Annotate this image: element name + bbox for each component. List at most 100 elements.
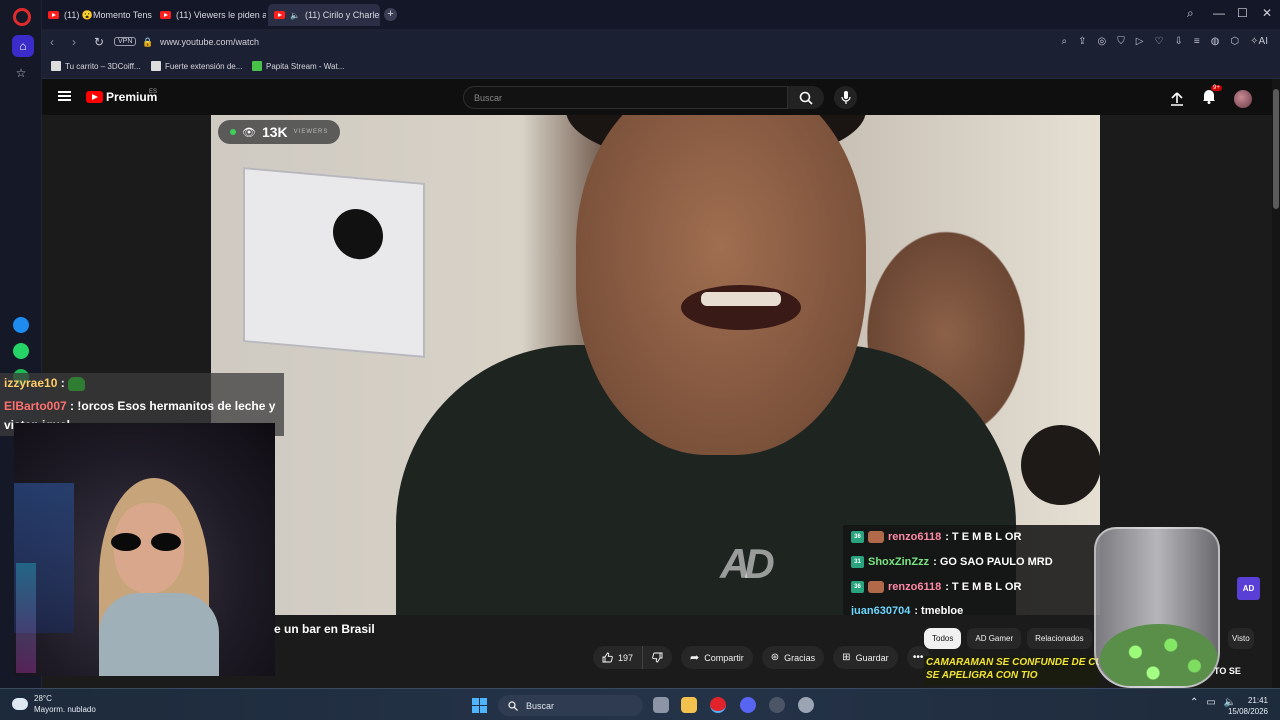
forward-button[interactable]: › xyxy=(72,35,76,49)
search-input[interactable]: Buscar xyxy=(463,86,788,109)
share-button[interactable]: ➦ Compartir xyxy=(681,646,753,669)
lock-icon[interactable]: 🔒 xyxy=(142,37,153,48)
dislike-button[interactable] xyxy=(643,646,673,669)
chat-text: !orcos Esos hermanitos de leche y xyxy=(77,399,276,413)
chat-text: : GO SAO PAULO MRD xyxy=(933,556,1053,568)
chip-visto[interactable]: Visto xyxy=(1228,628,1254,649)
weather-temperature: 28°C xyxy=(34,694,52,703)
settings-gear-icon[interactable] xyxy=(798,697,814,713)
bookmarks-bar: Tu carrito – 3DCoiff... Fuerte extensión… xyxy=(42,56,1280,79)
share-icon[interactable]: ⇪ xyxy=(1078,36,1086,47)
tab-search-icon[interactable]: ⌕ xyxy=(1187,6,1194,21)
snapshot-icon[interactable]: ◎ xyxy=(1098,36,1107,47)
heart-icon[interactable]: ♡ xyxy=(1154,36,1163,47)
player-icon[interactable]: ▷ xyxy=(1136,36,1144,47)
weather-widget[interactable]: 28°C Mayorm. nublado xyxy=(12,693,96,715)
youtube-favicon-icon xyxy=(274,11,285,19)
obs-icon[interactable] xyxy=(769,697,785,713)
maximize-button[interactable]: ☐ xyxy=(1237,6,1248,20)
adblock-shield-icon[interactable]: ⛉ xyxy=(1117,36,1125,47)
chat-text: : T E M B L OR xyxy=(945,531,1022,543)
related-video-banner[interactable]: CAMARAMAN SE CONFUNDE DE CU SE APELIGRA … xyxy=(924,656,1099,686)
save-label: Guardar xyxy=(855,652,889,663)
bookmark-favicon-icon xyxy=(151,61,161,71)
cloud-icon xyxy=(12,698,28,710)
back-button[interactable]: ‹ xyxy=(50,35,54,49)
upload-icon[interactable] xyxy=(1170,92,1184,106)
menu-lines-icon[interactable]: ≡ xyxy=(1194,36,1200,47)
messenger-icon[interactable] xyxy=(13,317,29,333)
whatsapp-icon[interactable] xyxy=(13,343,29,359)
profile-icon[interactable]: ◍ xyxy=(1211,36,1220,47)
like-button[interactable]: 197 xyxy=(593,646,644,669)
bookmark-label: Tu carrito – 3DCoiff... xyxy=(65,61,141,71)
notifications-button[interactable]: 9+ xyxy=(1202,85,1222,109)
speaker-icon[interactable]: 🔈 xyxy=(290,11,300,20)
search-icon xyxy=(799,91,813,105)
reload-button[interactable]: ↻ xyxy=(94,35,104,49)
tab-viewers[interactable]: (11) Viewers le piden a Kil xyxy=(154,4,266,26)
extensions-icon[interactable]: ⬡ xyxy=(1230,36,1239,47)
chip-ad-gamer[interactable]: AD Gamer xyxy=(967,628,1022,649)
task-view-icon[interactable] xyxy=(653,697,669,713)
search-button[interactable] xyxy=(788,86,824,109)
subscriber-badge: 31 xyxy=(851,556,864,568)
guide-menu-icon[interactable] xyxy=(58,91,71,101)
stream-chat-message: 31 ShoxZinZzz: GO SAO PAULO MRD xyxy=(851,556,1053,568)
tab-momento-tenso[interactable]: (11) 😮Momento Tenso E xyxy=(42,4,152,26)
like-count: 197 xyxy=(618,652,634,663)
opera-taskbar-icon[interactable] xyxy=(710,697,726,713)
chip-todos[interactable]: Todos xyxy=(924,628,962,649)
chat-username: renzo6118 xyxy=(888,581,942,593)
youtube-premium-logo[interactable]: Premium xyxy=(86,90,157,104)
chip-relacionados[interactable]: Relacionados xyxy=(1027,628,1092,649)
windows-taskbar: 28°C Mayorm. nublado Buscar ⌃ ▭ 🔈 21:41 … xyxy=(0,688,1280,720)
overlay-chat-message: izzyrae10 : xyxy=(4,376,86,391)
youtube-play-logo-icon xyxy=(86,91,103,103)
weather-description: Mayorm. nublado xyxy=(34,705,96,714)
related-filter-chips: Todos AD Gamer Relacionados xyxy=(924,628,1092,649)
bookmark-item[interactable]: Papita Stream - Wat... xyxy=(252,61,344,71)
bookmark-item[interactable]: Tu carrito – 3DCoiff... xyxy=(51,61,141,71)
new-tab-button[interactable]: + xyxy=(384,8,397,21)
file-explorer-icon[interactable] xyxy=(681,697,697,713)
search-page-icon[interactable]: ⌕ xyxy=(1062,36,1068,47)
user-emote-icon xyxy=(868,581,884,593)
tab-cirilo-charles[interactable]: 🔈 (11) Cirilo y Charles sc xyxy=(268,4,380,26)
bookmark-favicon-icon xyxy=(252,61,262,71)
microphone-icon xyxy=(840,91,851,104)
discord-icon[interactable] xyxy=(740,697,756,713)
windows-start-icon[interactable] xyxy=(472,698,487,713)
account-avatar[interactable] xyxy=(1234,90,1252,108)
ad-watermark-logo: AD xyxy=(720,540,775,587)
opera-logo-icon[interactable] xyxy=(13,8,31,26)
minimize-button[interactable]: — xyxy=(1213,6,1225,20)
bookmark-label: Fuerte extensión de... xyxy=(165,61,243,71)
chat-separator: : xyxy=(57,376,65,390)
pinboard-star-icon[interactable]: ☆ xyxy=(11,63,31,83)
notification-count-badge: 9+ xyxy=(1211,85,1222,91)
aria-ai-button[interactable]: ✧AI xyxy=(1250,36,1268,47)
taskbar-clock[interactable]: 21:41 15/08/2026 xyxy=(1228,695,1268,717)
viewer-count: 13K xyxy=(261,124,288,140)
youtube-favicon-icon xyxy=(160,11,171,19)
save-button[interactable]: ⊞ Guardar xyxy=(833,646,898,669)
network-icon[interactable]: ▭ xyxy=(1206,697,1215,708)
thanks-button[interactable]: ⊛ Gracias xyxy=(761,646,825,669)
overlay-chat-message: ElBarto007 : !orcos Esos hermanitos de l… xyxy=(4,399,275,413)
download-icon[interactable]: ⇩ xyxy=(1174,36,1182,47)
scrollbar-thumb[interactable] xyxy=(1273,89,1279,209)
region-code: ES xyxy=(149,89,158,95)
tray-overflow-icon[interactable]: ⌃ xyxy=(1190,697,1198,708)
vpn-badge[interactable]: VPN xyxy=(114,37,137,46)
voice-search-button[interactable] xyxy=(834,86,857,109)
stream-chat-message: 36 renzo6118: T E M B L OR xyxy=(851,531,1021,543)
close-window-button[interactable]: ✕ xyxy=(1262,6,1272,20)
bookmark-item[interactable]: Fuerte extensión de... xyxy=(151,61,242,71)
url-field[interactable]: www.youtube.com/watch xyxy=(160,37,259,47)
home-icon[interactable]: ⌂ xyxy=(12,35,34,57)
chat-username: renzo6118 xyxy=(888,531,942,543)
taskbar-search-label: Buscar xyxy=(526,700,555,711)
taskbar-search[interactable]: Buscar xyxy=(498,695,643,716)
save-playlist-icon: ⊞ xyxy=(842,652,851,663)
